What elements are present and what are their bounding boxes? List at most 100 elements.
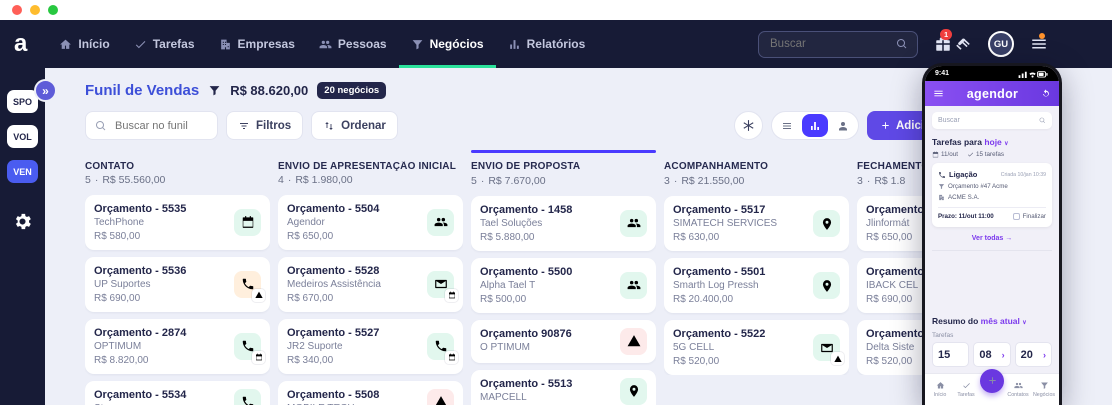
nav-item-tarefas[interactable]: Tarefas — [122, 20, 207, 68]
see-all-label: Ver todas — [971, 235, 1004, 242]
card-list: Orçamento - 5504 Agendor R$ 650,00 Orçamen… — [278, 194, 463, 405]
card-list: Orçamento - 1458 Tael Soluções R$ 5.880,00… — [471, 195, 656, 405]
minimize-window-button[interactable] — [30, 5, 40, 15]
column-title: ENVIO DE PROPOSTA — [471, 160, 581, 172]
column-acompanhamento: ACOMPANHAMENTO 3 · R$ 21.550,00 Orçament… — [664, 150, 849, 405]
deal-card[interactable]: Orçamento - 5508MOBILE TECH — [278, 380, 463, 405]
nav-item-inicio[interactable]: Início — [47, 20, 121, 68]
checkbox-icon[interactable] — [1012, 213, 1020, 220]
phone-nav-negocios[interactable]: Negócios — [1031, 381, 1057, 398]
deal-card[interactable]: Orçamento - 1458 Tael Soluções R$ 5.880,00 — [471, 195, 656, 251]
maximize-window-button[interactable] — [48, 5, 58, 15]
check-icon — [962, 381, 971, 390]
view-list-button[interactable] — [774, 114, 800, 137]
insights-button[interactable] — [733, 111, 763, 140]
deal-card[interactable]: Orçamento - 5527 JR2 Suporte R$ 340,00 — [278, 318, 463, 374]
see-all-tasks-link[interactable]: Ver todas → — [932, 235, 1052, 251]
deal-title: Orçamento - 5513 — [480, 377, 573, 390]
deal-card[interactable]: Orçamento - 5500 Alpha Tael T R$ 500,00 — [471, 257, 656, 313]
phone-call-icon — [938, 171, 946, 179]
phone-bottom-nav: Início Tarefas Contatos Negócios — [925, 368, 1059, 405]
arrow-right-icon: → — [1005, 235, 1013, 242]
funnel-search[interactable] — [85, 111, 218, 140]
deal-card[interactable]: Orçamento - 2874 OPTIMUM R$ 8.820,00 — [85, 318, 270, 374]
column-summary: 5 · R$ 55.560,00 — [85, 174, 270, 186]
column-summary: 5 · R$ 7.670,00 — [471, 175, 656, 187]
task-created-at: Criada 10/jan 10:39 — [1000, 171, 1046, 178]
sidebar-funnel-vol[interactable]: VOL — [7, 125, 38, 148]
deal-card[interactable]: Orçamento 90876 O PTIMUM — [471, 319, 656, 363]
deal-title: Orçamento - 1458 — [480, 203, 573, 216]
list-icon — [781, 120, 793, 132]
filters-label: Filtros — [256, 119, 292, 132]
deal-activity-icon — [234, 270, 265, 302]
stat-cell[interactable]: 20 › — [1014, 342, 1052, 367]
nav-item-pessoas[interactable]: Pessoas — [307, 20, 399, 68]
deal-card[interactable]: Orçamento - 5528 Medeiros Assistência R$ 6… — [278, 256, 463, 312]
sidebar-funnel-ven[interactable]: VEN — [7, 160, 38, 183]
add-fab-button[interactable] — [980, 368, 1004, 393]
stat-cell[interactable]: 15 — [932, 342, 970, 367]
task-card[interactable]: Ligação Criada 10/jan 10:39 Orçamento #4… — [932, 163, 1052, 227]
phone-nav-tarefas[interactable]: Tarefas — [953, 381, 979, 398]
nav-item-relatorios[interactable]: Relatórios — [496, 20, 598, 68]
gear-icon[interactable] — [12, 211, 33, 232]
deal-activity-icon — [620, 271, 647, 299]
tasks-section-title[interactable]: Tarefas para hoje ∨ — [932, 137, 1052, 147]
global-search[interactable] — [758, 30, 918, 58]
filters-button[interactable]: Filtros — [226, 111, 304, 140]
deal-company: SIMATECH SERVICES — [673, 218, 778, 229]
deal-funnel-icon — [938, 183, 945, 190]
separator: · — [673, 175, 678, 187]
tasks-date: 11/out — [932, 151, 958, 158]
agendor-logo: a — [14, 30, 28, 57]
deal-card[interactable]: Orçamento - 5522 5G CELL R$ 520,00 — [664, 320, 849, 375]
deal-card[interactable]: Orçamento - 5536 UP Suportes R$ 690,00 — [85, 256, 270, 312]
close-window-button[interactable] — [12, 5, 22, 15]
summary-section-title[interactable]: Resumo do mês atual ∨ — [932, 316, 1052, 326]
deal-title: Orçamento - 5500 — [480, 265, 573, 278]
global-search-input[interactable] — [768, 37, 890, 51]
signal-wifi-battery-icons — [1017, 69, 1049, 78]
card-list: Orçamento - 5535 TechPhone R$ 580,00 Orçam… — [85, 194, 270, 405]
nav-item-negocios[interactable]: Negócios — [399, 20, 496, 68]
sidebar-funnel-spo[interactable]: SPO — [7, 90, 38, 113]
phone-nav-inicio[interactable]: Início — [927, 381, 953, 398]
tasks-meta-row: 11/out 15 tarefas — [932, 151, 1052, 158]
agendor-wordmark: agendor — [966, 86, 1019, 101]
sort-button[interactable]: Ordenar — [311, 111, 398, 140]
deal-funnel-icon — [208, 84, 221, 97]
handshake-icon[interactable] — [954, 35, 972, 53]
refresh-icon[interactable] — [1041, 88, 1051, 99]
nav-item-empresas[interactable]: Empresas — [207, 20, 307, 68]
nav-label: Início — [78, 37, 110, 51]
expand-sidebar-button[interactable]: » — [34, 79, 57, 102]
funnel-search-input[interactable] — [113, 118, 208, 133]
deal-activity-icon — [813, 334, 844, 365]
deal-card[interactable]: Orçamento - 5501 Smarth Log Pressh R$ 20.4… — [664, 258, 849, 313]
user-avatar[interactable]: GU — [988, 31, 1014, 57]
deal-value: R$ 340,00 — [287, 354, 334, 366]
phone-nav-contatos[interactable]: Contatos — [1005, 381, 1031, 398]
home-icon — [59, 38, 72, 51]
deal-activity-icon — [234, 208, 261, 236]
check-icon — [967, 151, 974, 158]
deal-card[interactable]: Orçamento - 5534Stor — [85, 380, 270, 405]
nav-label: Relatórios — [526, 37, 586, 51]
task-deal-row: Orçamento #47 Acme — [938, 183, 1046, 190]
deal-card[interactable]: Orçamento - 5513 MAPCELL — [471, 369, 656, 405]
deal-company: MAPCELL — [480, 391, 527, 403]
deal-card[interactable]: Orçamento - 5504 Agendor R$ 650,00 — [278, 194, 463, 250]
phone-nav-add-fab[interactable] — [979, 368, 1005, 402]
stat-cell[interactable]: 08 › — [973, 342, 1011, 367]
phone-screen: 9:41 agendor Buscar Tarefas para hoje ∨ — [925, 66, 1059, 405]
deal-card[interactable]: Orçamento - 5517 SIMATECH SERVICES R$ 630,… — [664, 196, 849, 251]
separator: · — [287, 173, 292, 186]
phone-search-field[interactable]: Buscar — [932, 112, 1052, 129]
menu-icon[interactable] — [933, 88, 944, 99]
view-funnel-button[interactable] — [801, 114, 828, 137]
view-person-button[interactable] — [830, 114, 856, 137]
task-finish-toggle[interactable]: Finalizar — [1012, 213, 1046, 220]
deal-title: Orçamento - 5535 — [94, 202, 187, 215]
deal-card[interactable]: Orçamento - 5535 TechPhone R$ 580,00 — [85, 194, 270, 250]
